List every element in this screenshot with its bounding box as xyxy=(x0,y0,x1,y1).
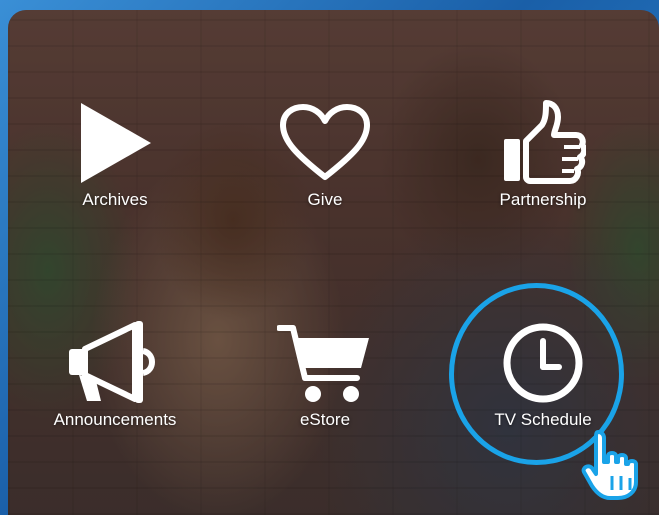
menu-tile-partnership[interactable]: Partnership xyxy=(458,98,628,218)
menu-label-announcements: Announcements xyxy=(53,410,177,429)
menu-label-archives: Archives xyxy=(82,190,148,209)
menu-tile-estore[interactable]: eStore xyxy=(240,318,410,438)
menu-tile-give[interactable]: Give xyxy=(240,98,410,218)
megaphone-icon xyxy=(60,318,170,408)
menu-tile-archives[interactable]: Archives xyxy=(30,98,200,218)
play-icon xyxy=(60,98,170,188)
hand-pointer-icon xyxy=(578,428,642,502)
menu-label-give: Give xyxy=(307,190,343,209)
shopping-cart-icon xyxy=(270,318,380,408)
menu-tile-announcements[interactable]: Announcements xyxy=(30,318,200,438)
heart-icon xyxy=(270,98,380,188)
menu-label-estore: eStore xyxy=(299,410,351,429)
menu-label-partnership: Partnership xyxy=(499,190,587,209)
thumbs-up-icon xyxy=(488,98,598,188)
